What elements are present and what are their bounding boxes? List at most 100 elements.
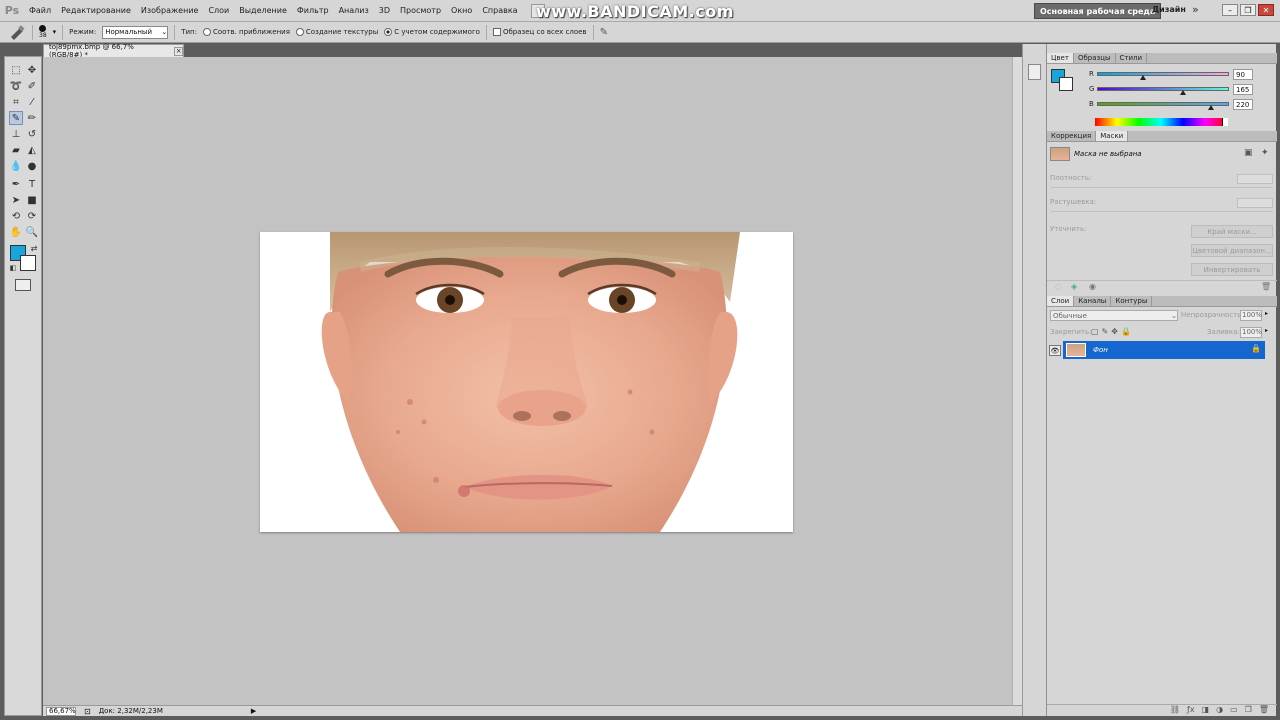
menu-view[interactable]: Просмотр: [395, 6, 446, 15]
brush-tool-icon[interactable]: ✏: [25, 111, 39, 125]
adjustment-layer-icon[interactable]: ◑: [1216, 705, 1223, 716]
g-slider-thumb[interactable]: [1179, 90, 1186, 95]
document-tab[interactable]: toj89pmx.bmp @ 66,7% (RGB/8#) * ×: [43, 43, 184, 59]
radio-proximity-match[interactable]: Соотв. приближения: [202, 28, 290, 36]
history-brush-tool-icon[interactable]: ↺: [25, 127, 39, 141]
tab-paths[interactable]: Контуры: [1111, 296, 1153, 306]
g-value-field[interactable]: 165: [1233, 84, 1253, 95]
tab-adjustments[interactable]: Коррекция: [1047, 131, 1097, 141]
menu-3d[interactable]: 3D: [374, 6, 395, 15]
brush-preset-picker[interactable]: 38: [39, 25, 47, 39]
spot-healing-brush-tool-icon[interactable]: [8, 24, 26, 40]
menu-layers[interactable]: Слои: [203, 6, 234, 15]
menu-select[interactable]: Выделение: [234, 6, 292, 15]
disable-mask-icon[interactable]: ◉: [1089, 282, 1096, 291]
menu-image[interactable]: Изображение: [136, 6, 204, 15]
close-icon[interactable]: ✕: [1258, 4, 1274, 16]
new-layer-icon[interactable]: ❐: [1245, 705, 1252, 716]
menu-edit[interactable]: Редактирование: [56, 6, 136, 15]
menu-filter[interactable]: Фильтр: [292, 6, 334, 15]
tab-layers[interactable]: Слои: [1047, 296, 1075, 306]
rectangle-tool-icon[interactable]: ■: [25, 193, 39, 207]
swap-colors-icon[interactable]: ⇄: [27, 241, 41, 255]
3d-orbit-tool-icon[interactable]: ⟳: [25, 209, 39, 223]
hand-tool-icon[interactable]: ✋: [9, 225, 23, 239]
minimize-icon[interactable]: –: [1222, 4, 1238, 16]
image-canvas[interactable]: [260, 232, 793, 532]
load-selection-icon[interactable]: ◌: [1055, 282, 1062, 291]
vertical-scrollbar[interactable]: [1012, 57, 1022, 705]
layer-style-icon[interactable]: ƒx: [1187, 705, 1195, 716]
status-menu-arrow-icon[interactable]: ▶: [251, 707, 256, 715]
lasso-tool-icon[interactable]: ➰: [9, 79, 23, 93]
menu-file[interactable]: Файл: [24, 6, 56, 15]
status-bar-icon[interactable]: ⊡: [84, 707, 91, 716]
r-slider[interactable]: [1097, 72, 1229, 76]
workspace-design-button[interactable]: Дизайн: [1152, 5, 1186, 14]
menu-analysis[interactable]: Анализ: [334, 6, 374, 15]
color-spectrum-bar[interactable]: [1095, 118, 1227, 126]
add-vector-mask-icon[interactable]: ✦: [1261, 148, 1269, 158]
clone-stamp-tool-icon[interactable]: ⊥: [9, 127, 23, 141]
tab-styles[interactable]: Стили: [1116, 53, 1148, 63]
paint-bucket-tool-icon[interactable]: ◭: [25, 143, 39, 157]
invert-button[interactable]: Инвертировать: [1191, 263, 1273, 276]
mode-select[interactable]: Нормальный ⌄: [102, 25, 169, 39]
marquee-tool-icon[interactable]: ⬚: [9, 63, 23, 77]
spot-healing-brush-tool-icon[interactable]: ✎: [9, 111, 23, 125]
fill-arrow-icon[interactable]: ▸: [1265, 327, 1268, 334]
add-pixel-mask-icon[interactable]: ▣: [1244, 148, 1253, 158]
fill-field[interactable]: 100%: [1240, 327, 1262, 338]
g-slider[interactable]: [1097, 87, 1229, 91]
radio-content-aware[interactable]: С учетом содержимого: [384, 28, 480, 36]
mask-edge-button[interactable]: Край маски...: [1191, 225, 1273, 238]
tab-color[interactable]: Цвет: [1047, 53, 1074, 63]
more-workspaces-icon[interactable]: »: [1192, 3, 1199, 16]
menu-window[interactable]: Окно: [446, 6, 477, 15]
tab-masks[interactable]: Маски: [1096, 131, 1129, 141]
eyedropper-tool-icon[interactable]: ⁄: [25, 95, 39, 109]
r-slider-thumb[interactable]: [1140, 75, 1147, 80]
default-colors-icon[interactable]: ◧: [6, 261, 20, 275]
chevron-down-icon[interactable]: ▾: [53, 28, 57, 36]
pressure-size-icon[interactable]: ✎: [600, 27, 608, 38]
r-value-field[interactable]: 90: [1233, 69, 1253, 80]
blur-tool-icon[interactable]: 💧: [9, 159, 23, 173]
type-tool-icon[interactable]: T: [25, 177, 39, 191]
3d-rotate-tool-icon[interactable]: ⟲: [9, 209, 23, 223]
layer-row-background[interactable]: 👁 Фон 🔒: [1047, 341, 1277, 359]
lock-icons[interactable]: ▢✎✥🔒: [1091, 327, 1134, 336]
tab-channels[interactable]: Каналы: [1074, 296, 1112, 306]
menu-help[interactable]: Справка: [477, 6, 522, 15]
visibility-eye-icon[interactable]: 👁: [1049, 345, 1061, 356]
quick-mask-icon[interactable]: [15, 279, 31, 291]
quick-selection-tool-icon[interactable]: ✐: [25, 79, 39, 93]
opacity-field[interactable]: 100%: [1240, 310, 1262, 321]
color-panel-background-swatch[interactable]: [1059, 77, 1073, 91]
add-mask-icon[interactable]: ◨: [1202, 705, 1210, 716]
dodge-tool-icon[interactable]: ●: [25, 159, 39, 173]
history-panel-icon[interactable]: [1028, 64, 1041, 80]
sample-all-layers-checkbox[interactable]: Образец со всех слоев: [492, 28, 587, 36]
workspace-essentials-button[interactable]: Основная рабочая среда: [1034, 3, 1162, 19]
white-sample[interactable]: [1222, 118, 1228, 126]
move-tool-icon[interactable]: ✥: [25, 63, 39, 77]
b-slider-thumb[interactable]: [1207, 105, 1214, 110]
pen-tool-icon[interactable]: ✒: [9, 177, 23, 191]
zoom-tool-icon[interactable]: 🔍: [25, 225, 39, 239]
eraser-tool-icon[interactable]: ▰: [9, 143, 23, 157]
apply-mask-icon[interactable]: ◈: [1071, 282, 1077, 291]
path-selection-tool-icon[interactable]: ➤: [9, 193, 23, 207]
crop-tool-icon[interactable]: ⌗: [9, 95, 23, 109]
b-value-field[interactable]: 220: [1233, 99, 1253, 110]
blend-mode-select[interactable]: Обычные ⌄: [1050, 310, 1178, 321]
layer-row-selected[interactable]: Фон 🔒: [1063, 341, 1265, 359]
restore-icon[interactable]: ❐: [1240, 4, 1256, 16]
tab-swatches[interactable]: Образцы: [1074, 53, 1116, 63]
link-layers-icon[interactable]: ⛓: [1170, 705, 1180, 716]
opacity-arrow-icon[interactable]: ▸: [1265, 310, 1268, 317]
zoom-level-field[interactable]: 66,67%: [46, 706, 76, 716]
delete-layer-icon[interactable]: 🗑: [1259, 705, 1269, 716]
trash-icon[interactable]: 🗑: [1261, 282, 1271, 291]
radio-create-texture[interactable]: Создание текстуры: [295, 28, 378, 36]
